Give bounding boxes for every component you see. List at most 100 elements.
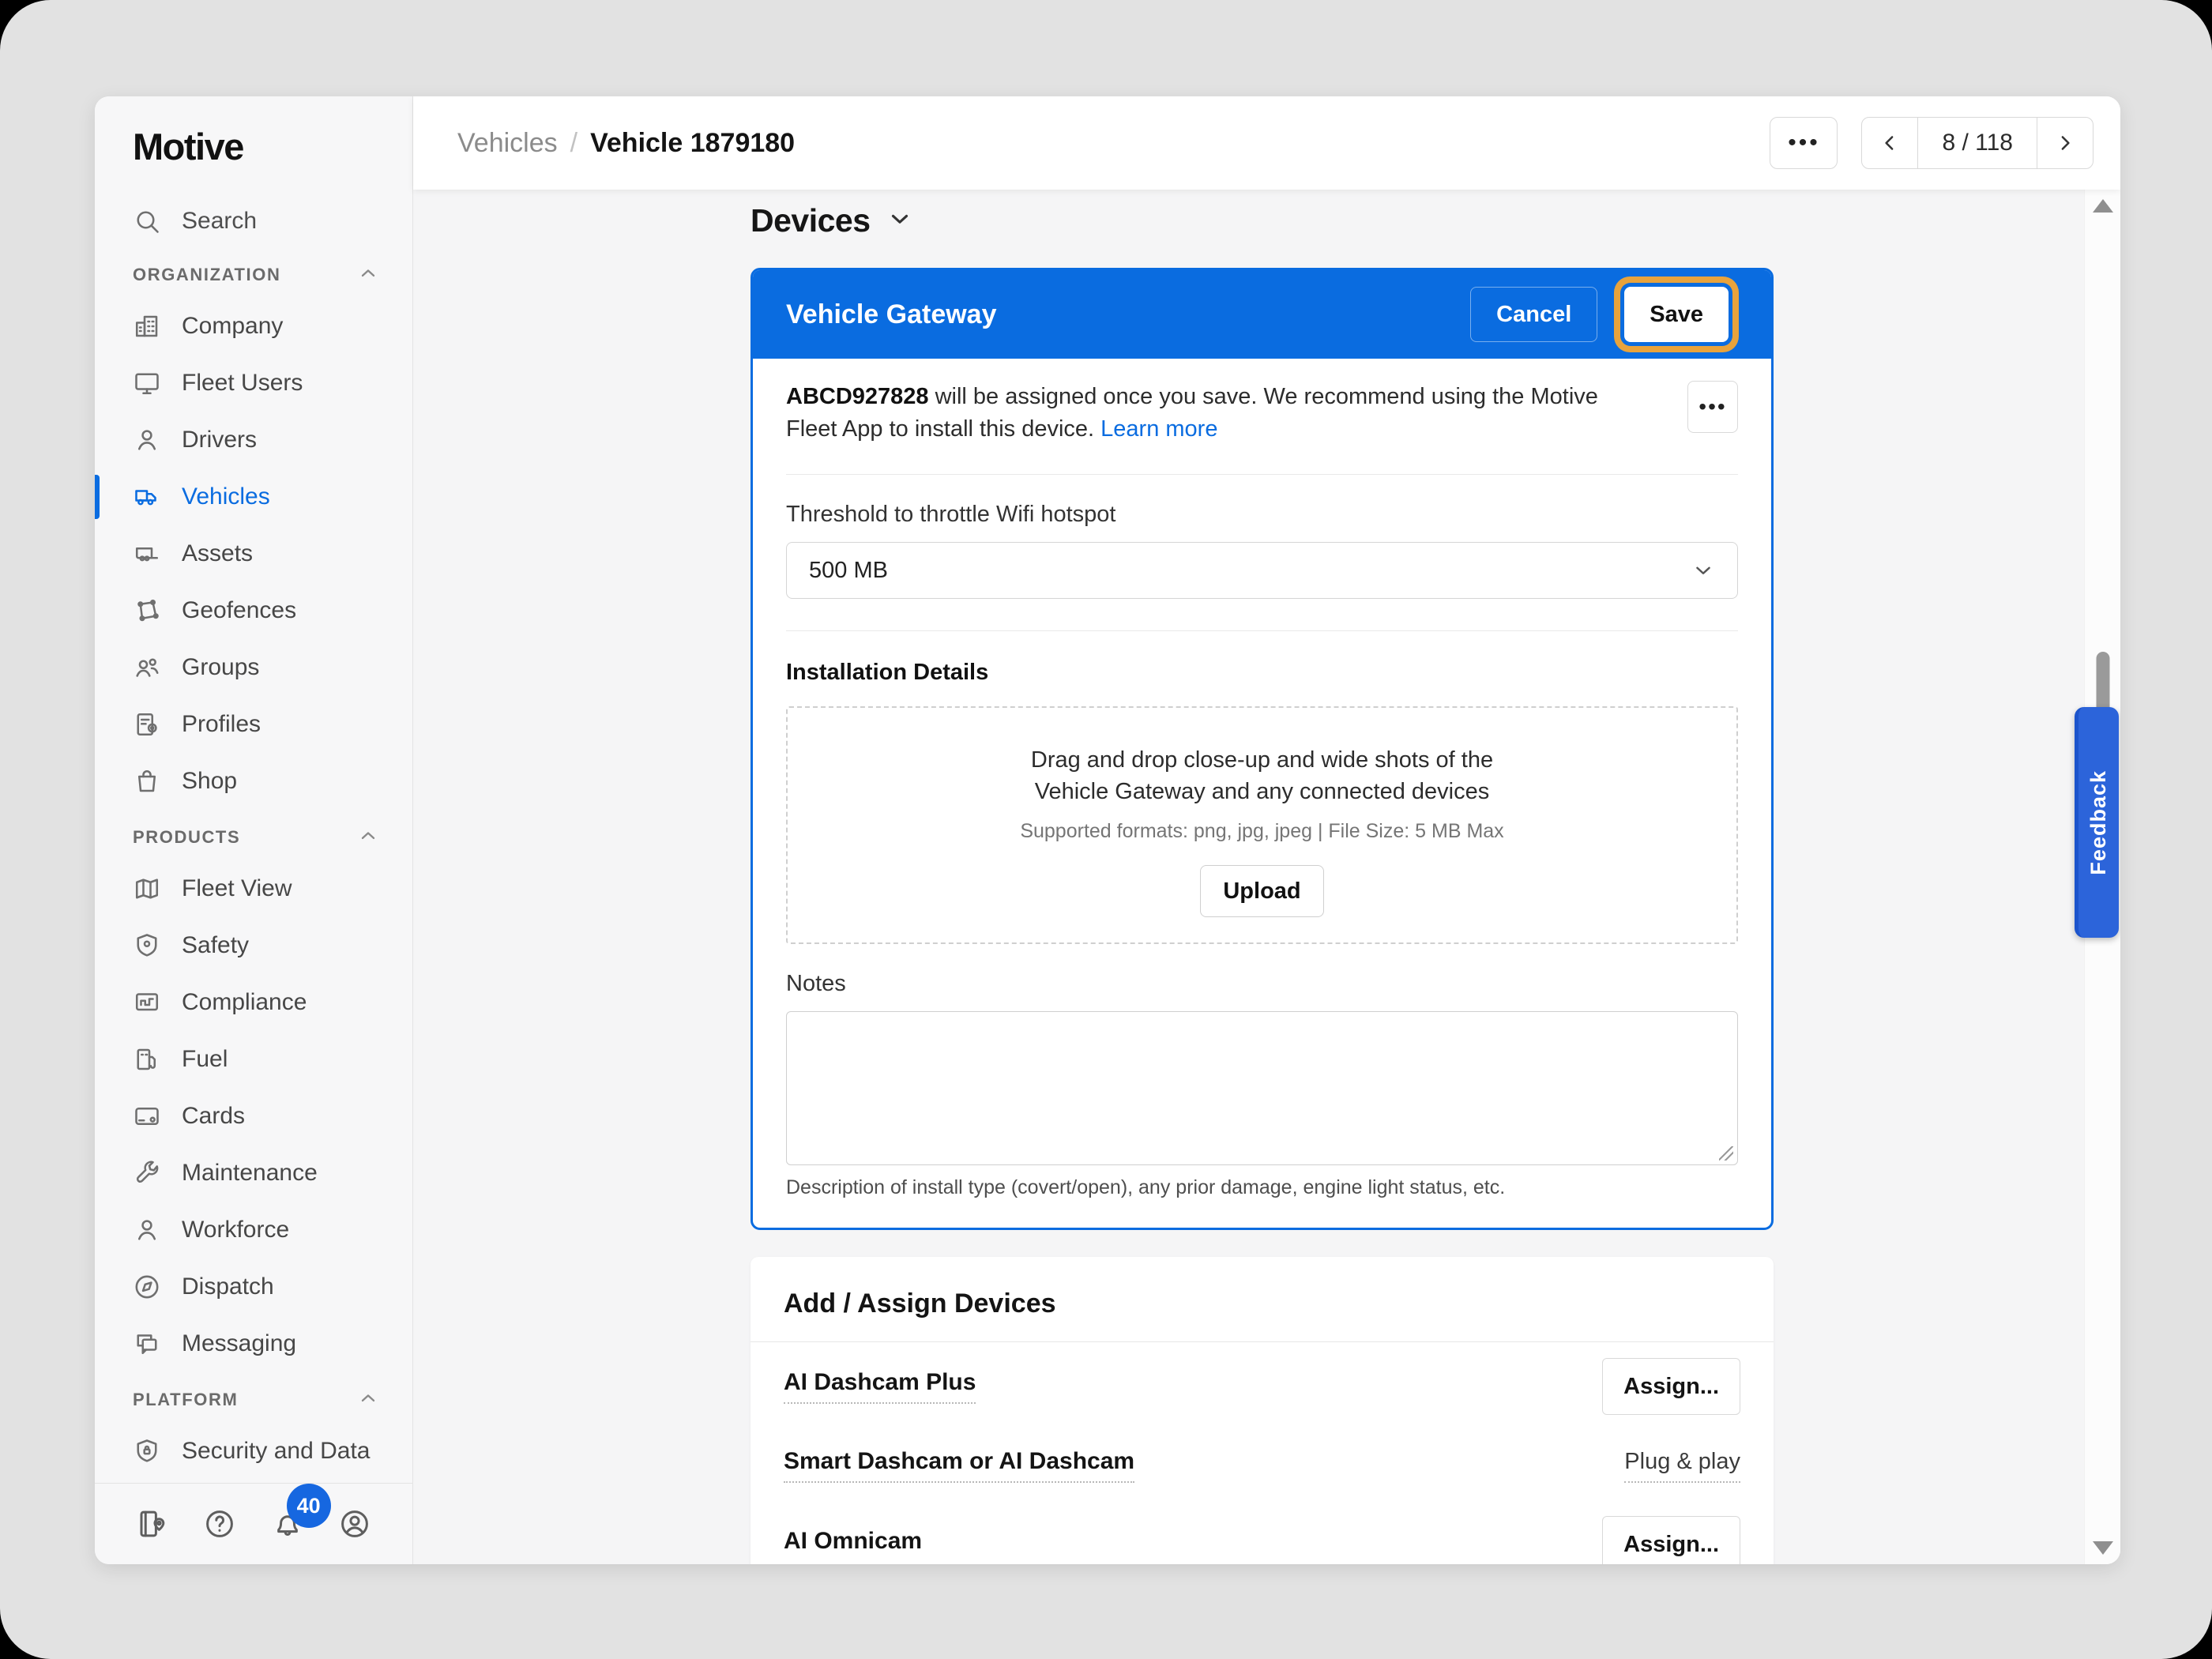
company-icon (133, 312, 161, 340)
sidebar-item-label: Fleet Users (182, 370, 303, 396)
search-input[interactable]: Search (95, 195, 412, 247)
document-gear-icon (133, 710, 161, 739)
scrollbar-down-button[interactable] (2092, 1541, 2113, 1555)
sidebar-item-messaging[interactable]: Messaging (95, 1315, 412, 1372)
section-organization[interactable]: ORGANIZATION (95, 252, 412, 298)
device-row-ai-omnicam: AI Omnicam Assign... (784, 1505, 1740, 1564)
monitor-icon (133, 369, 161, 397)
add-assign-devices-card: Add / Assign Devices AI Dashcam Plus Ass… (750, 1257, 1774, 1564)
sidebar-item-label: Drivers (182, 427, 257, 453)
sidebar-item-drivers[interactable]: Drivers (95, 412, 412, 468)
truck-icon (133, 483, 161, 511)
sidebar-item-label: Maintenance (182, 1160, 318, 1186)
previous-record-button[interactable] (1862, 118, 1917, 168)
sidebar-item-security-and-data[interactable]: Security and Data (95, 1423, 412, 1480)
scrollbar-up-button[interactable] (2092, 199, 2113, 213)
notes-textarea[interactable] (786, 1011, 1738, 1165)
vehicle-gateway-card: Vehicle Gateway Cancel Save ABCD927828 w… (750, 268, 1774, 1230)
feedback-tab[interactable]: Feedback (2075, 707, 2119, 938)
sidebar-item-workforce[interactable]: Workforce (95, 1202, 412, 1258)
device-more-options-button[interactable]: ••• (1687, 381, 1738, 433)
sidebar-item-label: Safety (182, 932, 250, 958)
photo-dropzone[interactable]: Drag and drop close-up and wide shots of… (786, 706, 1738, 944)
sidebar-item-label: Geofences (182, 597, 297, 623)
section-platform[interactable]: PLATFORM (95, 1377, 412, 1423)
sidebar-item-fleet-view[interactable]: Fleet View (95, 860, 412, 917)
person-icon (133, 1216, 161, 1244)
shield-lock-icon (133, 1437, 161, 1465)
chevron-down-icon (886, 205, 913, 236)
sidebar-item-cards[interactable]: Cards (95, 1088, 412, 1145)
ellipsis-icon: ••• (1788, 130, 1820, 156)
ellipsis-icon: ••• (1698, 394, 1727, 419)
pager-count: 8 / 118 (1917, 118, 2037, 168)
shopping-bag-icon (133, 767, 161, 796)
assign-button[interactable]: Assign... (1602, 1516, 1740, 1564)
fuel-pump-icon (133, 1045, 161, 1074)
person-icon (133, 426, 161, 454)
add-assign-devices-title: Add / Assign Devices (750, 1257, 1774, 1342)
sidebar: Motive Search ORGANIZATION Company Fleet… (95, 96, 413, 1564)
threshold-label: Threshold to throttle Wifi hotspot (786, 502, 1116, 527)
notification-badge: 40 (286, 1484, 331, 1528)
plug-and-play-label[interactable]: Plug & play (1624, 1449, 1740, 1483)
guide-icon[interactable] (136, 1507, 169, 1540)
chart-card-icon (133, 988, 161, 1017)
breadcrumb-vehicles-link[interactable]: Vehicles (457, 128, 558, 159)
divider (786, 630, 1738, 631)
sidebar-item-assets[interactable]: Assets (95, 525, 412, 582)
threshold-value: 500 MB (809, 557, 888, 583)
sidebar-item-fuel[interactable]: Fuel (95, 1031, 412, 1088)
section-products[interactable]: PRODUCTS (95, 814, 412, 860)
devices-heading: Devices (750, 202, 871, 239)
chevron-up-icon (357, 1387, 379, 1413)
account-icon[interactable] (338, 1507, 371, 1540)
devices-section-header[interactable]: Devices (750, 202, 1774, 239)
more-options-button[interactable]: ••• (1770, 117, 1838, 169)
sidebar-item-label: Cards (182, 1103, 246, 1129)
shield-icon (133, 931, 161, 960)
resize-handle[interactable] (1719, 1146, 1733, 1161)
sidebar-item-compliance[interactable]: Compliance (95, 974, 412, 1031)
sidebar-item-geofences[interactable]: Geofences (95, 582, 412, 639)
upload-button[interactable]: Upload (1200, 865, 1324, 917)
section-label: PRODUCTS (133, 827, 241, 847)
help-icon[interactable] (203, 1507, 236, 1540)
notifications-icon[interactable]: 40 (271, 1484, 331, 1540)
installation-details-label: Installation Details (786, 660, 989, 685)
credit-card-icon (133, 1102, 161, 1130)
cancel-button[interactable]: Cancel (1470, 287, 1598, 342)
sidebar-item-label: Groups (182, 654, 260, 680)
sidebar-item-groups[interactable]: Groups (95, 639, 412, 696)
sidebar-item-label: Dispatch (182, 1273, 274, 1300)
sidebar-item-shop[interactable]: Shop (95, 753, 412, 810)
sidebar-item-fleet-users[interactable]: Fleet Users (95, 355, 412, 412)
vehicle-gateway-title: Vehicle Gateway (786, 299, 997, 329)
geofence-icon (133, 596, 161, 625)
content-scroll-area: Devices Vehicle Gateway Cancel Save ABCD… (413, 190, 2120, 1564)
chat-bubbles-icon (133, 1330, 161, 1358)
assign-button[interactable]: Assign... (1602, 1358, 1740, 1415)
sidebar-item-vehicles[interactable]: Vehicles (95, 468, 412, 525)
sidebar-item-maintenance[interactable]: Maintenance (95, 1145, 412, 1202)
sidebar-item-label: Company (182, 313, 284, 339)
threshold-select[interactable]: 500 MB (786, 542, 1738, 599)
breadcrumb: Vehicles / Vehicle 1879180 (457, 128, 795, 159)
notes-helper-text: Description of install type (covert/open… (786, 1176, 1506, 1198)
chevron-down-icon (1696, 566, 1710, 574)
learn-more-link[interactable]: Learn more (1100, 416, 1217, 442)
sidebar-item-safety[interactable]: Safety (95, 917, 412, 974)
sidebar-item-dispatch[interactable]: Dispatch (95, 1258, 412, 1315)
notes-label: Notes (786, 971, 846, 996)
section-label: PLATFORM (133, 1390, 239, 1409)
next-record-button[interactable] (2037, 118, 2093, 168)
sidebar-item-company[interactable]: Company (95, 298, 412, 355)
sidebar-item-profiles[interactable]: Profiles (95, 696, 412, 753)
chevron-up-icon (357, 262, 379, 288)
sidebar-footer: 40 (95, 1483, 412, 1564)
sidebar-item-label: Profiles (182, 711, 261, 737)
save-button[interactable]: Save (1624, 287, 1729, 342)
sidebar-item-label: Assets (182, 540, 254, 566)
sidebar-item-label: Messaging (182, 1330, 297, 1356)
sidebar-item-label: Vehicles (182, 483, 270, 510)
